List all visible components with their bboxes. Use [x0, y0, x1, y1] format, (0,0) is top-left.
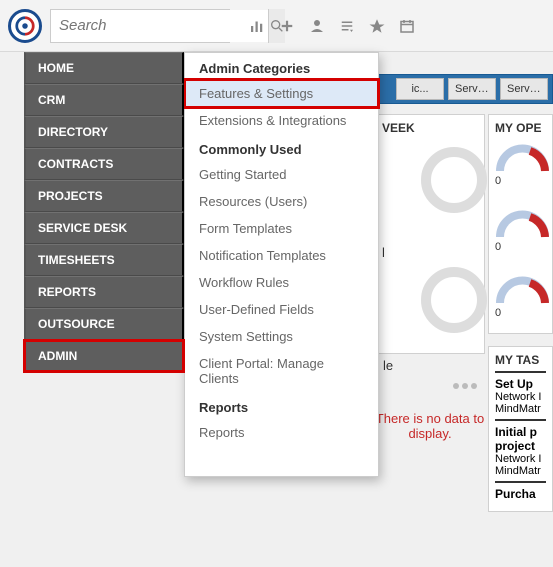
flyout-item-label: Client Portal: Manage Clients	[199, 356, 324, 386]
sidebar-item-timesheets[interactable]: TIMESHEETS	[24, 244, 184, 276]
sidebar-item-label: TIMESHEETS	[38, 253, 115, 267]
sidebar-item-home[interactable]: HOME	[24, 52, 184, 84]
ring-chart-icon	[419, 145, 489, 215]
list-button[interactable]	[332, 9, 362, 43]
task-row[interactable]: Initial p project Network I MindMatr	[495, 419, 546, 481]
flyout-item-label: Reports	[199, 425, 245, 440]
sidebar-item-contracts[interactable]: CONTRACTS	[24, 148, 184, 180]
flyout-item-label: Features & Settings	[199, 86, 313, 101]
sidebar-item-label: ADMIN	[38, 349, 77, 363]
sidebar-item-label: HOME	[38, 61, 74, 75]
bar-chart-icon	[248, 17, 266, 35]
task-line: Network I	[495, 391, 541, 403]
plus-icon	[278, 17, 296, 35]
tab-chip[interactable]: Servic...	[500, 78, 548, 100]
task-title: Initial p	[495, 425, 537, 439]
sidebar-item-admin[interactable]: ADMIN	[24, 340, 184, 372]
flyout-item-label: Notification Templates	[199, 248, 326, 263]
sidebar-item-projects[interactable]: PROJECTS	[24, 180, 184, 212]
calendar-icon	[398, 17, 416, 35]
sidebar-item-label: DIRECTORY	[38, 125, 108, 139]
flyout-item-workflow-rules[interactable]: Workflow Rules	[185, 269, 378, 296]
list-icon	[338, 17, 356, 35]
task-row[interactable]: Purcha	[495, 481, 546, 505]
chart-button[interactable]	[242, 9, 272, 43]
sidebar-item-service-desk[interactable]: SERVICE DESK	[24, 212, 184, 244]
flyout-item-extensions-integrations[interactable]: Extensions & Integrations	[185, 107, 378, 134]
star-button[interactable]	[362, 9, 392, 43]
app-logo	[8, 9, 42, 43]
task-title: Set Up	[495, 377, 533, 391]
widget-title: MY OPE	[495, 121, 546, 135]
flyout-section-header: Reports	[185, 392, 378, 419]
flyout-item-notification-templates[interactable]: Notification Templates	[185, 242, 378, 269]
sidebar-item-label: CRM	[38, 93, 65, 107]
sidebar-item-label: OUTSOURCE	[38, 317, 115, 331]
flyout-item-system-settings[interactable]: System Settings	[185, 323, 378, 350]
flyout-item-resources-users[interactable]: Resources (Users)	[185, 188, 378, 215]
sidebar-item-reports[interactable]: REPORTS	[24, 276, 184, 308]
sidebar-item-label: PROJECTS	[38, 189, 103, 203]
task-line: MindMatr	[495, 403, 541, 415]
gauge-icon	[495, 139, 550, 175]
flyout-item-user-defined-fields[interactable]: User-Defined Fields	[185, 296, 378, 323]
flyout-section-header: Commonly Used	[185, 134, 378, 161]
gauge-icon	[495, 205, 550, 241]
widget-week: VEEK l le There is no data to display.	[375, 114, 485, 441]
ring-chart-icon	[419, 265, 489, 335]
flyout-item-label: Workflow Rules	[199, 275, 289, 290]
flyout-item-label: System Settings	[199, 329, 293, 344]
flyout-item-getting-started[interactable]: Getting Started	[185, 161, 378, 188]
flyout-item-client-portal[interactable]: Client Portal: Manage Clients	[185, 350, 378, 392]
right-column: MY OPE 0 0 0 MY TAS Set Up Network I Min…	[488, 114, 553, 512]
gauge-icon	[495, 271, 550, 307]
admin-flyout-menu: Admin Categories Features & Settings Ext…	[184, 52, 379, 477]
gauge-value: 0	[495, 307, 546, 319]
sidebar-nav: HOME CRM DIRECTORY CONTRACTS PROJECTS SE…	[24, 52, 184, 372]
flyout-section-header: Admin Categories	[185, 53, 378, 80]
widget-text: l	[382, 245, 385, 260]
top-bar	[0, 0, 553, 52]
flyout-item-label: Extensions & Integrations	[199, 113, 346, 128]
sidebar-item-label: REPORTS	[38, 285, 96, 299]
flyout-item-label: Form Templates	[199, 221, 292, 236]
gauge-value: 0	[495, 175, 546, 187]
search-input[interactable]	[51, 10, 268, 42]
task-line: MindMatr	[495, 465, 541, 477]
star-icon	[368, 17, 386, 35]
sidebar-item-crm[interactable]: CRM	[24, 84, 184, 116]
user-button[interactable]	[302, 9, 332, 43]
widget-text: le	[375, 354, 485, 377]
add-button[interactable]	[272, 9, 302, 43]
task-title: Purcha	[495, 487, 536, 501]
flyout-item-label: Resources (Users)	[199, 194, 307, 209]
user-icon	[308, 17, 326, 35]
widget-title: MY TAS	[495, 353, 546, 367]
flyout-item-label: User-Defined Fields	[199, 302, 314, 317]
search-box	[50, 9, 230, 43]
sidebar-item-outsource[interactable]: OUTSOURCE	[24, 308, 184, 340]
task-line: Network I	[495, 453, 541, 465]
sidebar-item-label: CONTRACTS	[38, 157, 113, 171]
calendar-button[interactable]	[392, 9, 422, 43]
widget-tasks: MY TAS Set Up Network I MindMatr Initial…	[488, 346, 553, 512]
toolbar	[242, 9, 422, 43]
widget-title: VEEK	[382, 121, 478, 135]
flyout-item-reports[interactable]: Reports	[185, 419, 378, 446]
gauge-value: 0	[495, 241, 546, 253]
pager-dots[interactable]	[375, 377, 485, 391]
main-area: HOME CRM DIRECTORY CONTRACTS PROJECTS SE…	[0, 52, 553, 567]
flyout-item-form-templates[interactable]: Form Templates	[185, 215, 378, 242]
task-subtitle: project	[495, 439, 535, 453]
tab-chip[interactable]: Servic...	[448, 78, 496, 100]
sidebar-item-label: SERVICE DESK	[38, 221, 127, 235]
flyout-item-label: Getting Started	[199, 167, 286, 182]
sidebar-item-directory[interactable]: DIRECTORY	[24, 116, 184, 148]
tab-chip[interactable]: ic...	[396, 78, 444, 100]
no-data-message: There is no data to display.	[375, 411, 485, 441]
flyout-item-features-settings[interactable]: Features & Settings	[185, 80, 378, 107]
task-row[interactable]: Set Up Network I MindMatr	[495, 371, 546, 419]
